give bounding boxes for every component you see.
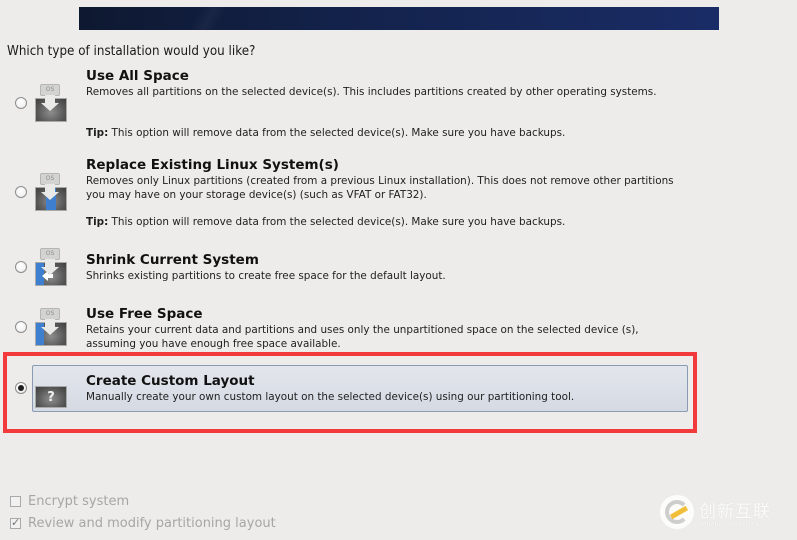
- disk-replace-linux-icon: OS: [34, 173, 68, 213]
- watermark-chinese-text: 创新互联: [699, 501, 771, 522]
- disk-use-all-icon: OS: [34, 84, 68, 124]
- arrow-down-icon: [41, 184, 59, 200]
- review-layout-checkbox[interactable]: [10, 516, 21, 529]
- arrow-down-icon: [41, 319, 59, 335]
- option-title: Use All Space: [86, 68, 189, 84]
- installation-type-screen: Which type of installation would you lik…: [0, 0, 797, 540]
- radio-shrink-current[interactable]: [15, 261, 27, 273]
- option-description: Removes only Linux partitions (created f…: [86, 175, 674, 201]
- watermark-english-text: CHUANG XIN HU LIAN: [699, 521, 759, 528]
- radio-use-free-space[interactable]: [15, 321, 27, 333]
- encrypt-system-label: Encrypt system: [28, 494, 130, 509]
- tip-label: Tip:: [86, 127, 109, 139]
- watermark: 创新互联 CHUANG XIN HU LIAN: [660, 494, 797, 530]
- disk-free-space-icon: OS: [34, 308, 68, 348]
- radio-replace-linux[interactable]: [15, 186, 27, 198]
- arrow-down-icon: [41, 95, 59, 111]
- tip-text: This option will remove data from the se…: [108, 127, 566, 139]
- tip-label: Tip:: [86, 216, 109, 228]
- option-title: Create Custom Layout: [86, 373, 255, 389]
- radio-use-all-space[interactable]: [15, 97, 27, 109]
- option-description: Shrinks existing partitions to create fr…: [86, 270, 446, 282]
- page-question: Which type of installation would you lik…: [7, 44, 256, 59]
- question-mark-icon: ?: [47, 390, 55, 405]
- arrow-down-icon: [41, 259, 59, 275]
- option-description: Manually create your own custom layout o…: [86, 391, 575, 403]
- option-description: Retains your current data and partitions…: [86, 324, 639, 350]
- watermark-logo-icon: [660, 495, 694, 529]
- tip-text: This option will remove data from the se…: [108, 216, 566, 228]
- option-tip: Tip: This option will remove data from t…: [86, 127, 565, 139]
- option-title: Replace Existing Linux System(s): [86, 157, 339, 173]
- option-tip: Tip: This option will remove data from t…: [86, 216, 565, 228]
- radio-create-custom-layout[interactable]: [15, 382, 27, 394]
- option-description: Removes all partitions on the selected d…: [86, 86, 657, 98]
- option-title: Use Free Space: [86, 306, 203, 322]
- review-layout-label: Review and modify partitioning layout: [28, 516, 276, 531]
- header-banner: [79, 7, 719, 30]
- option-title: Shrink Current System: [86, 252, 259, 268]
- encrypt-system-checkbox[interactable]: [10, 496, 21, 507]
- disk-shrink-icon: OS: [34, 248, 68, 288]
- disk-custom-icon: ?: [34, 372, 68, 412]
- review-layout-checkbox-row[interactable]: Review and modify partitioning layout: [10, 516, 276, 531]
- encrypt-system-checkbox-row[interactable]: Encrypt system: [10, 494, 129, 509]
